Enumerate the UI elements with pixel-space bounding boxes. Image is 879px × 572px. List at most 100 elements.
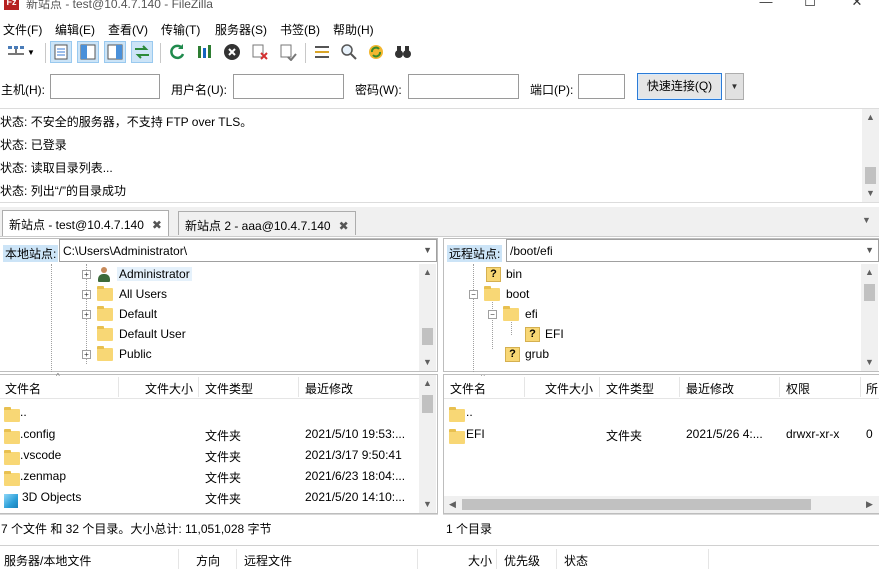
scroll-right-icon[interactable]: ▶ bbox=[861, 496, 878, 513]
close-window-icon[interactable]: ✕ bbox=[847, 0, 867, 10]
toggle-remote-tree-button[interactable] bbox=[104, 41, 126, 63]
col-filename[interactable]: 文件名 bbox=[5, 380, 41, 397]
col-modified[interactable]: 最近修改 bbox=[686, 380, 734, 397]
unknown-folder-icon: ? bbox=[486, 266, 501, 282]
col-owner[interactable]: 所 bbox=[866, 380, 878, 397]
local-tree-icon bbox=[80, 44, 96, 60]
col-filetype[interactable]: 文件类型 bbox=[606, 380, 654, 397]
scroll-up-icon[interactable]: ▲ bbox=[861, 264, 878, 281]
col-permissions[interactable]: 权限 bbox=[786, 380, 810, 397]
port-input[interactable] bbox=[578, 74, 625, 99]
username-label: 用户名(U): bbox=[171, 83, 227, 97]
local-tree-item[interactable]: Default User bbox=[97, 324, 186, 344]
remote-tree-scrollbar[interactable]: ▲ ▼ bbox=[861, 264, 878, 371]
local-tree-scrollbar[interactable]: ▲ ▼ bbox=[419, 264, 436, 371]
scroll-down-icon[interactable]: ▼ bbox=[862, 185, 879, 202]
maximize-icon[interactable]: ☐ bbox=[800, 0, 820, 10]
scroll-up-icon[interactable]: ▲ bbox=[419, 375, 436, 392]
site-manager-button[interactable]: ▼ bbox=[2, 41, 40, 63]
scroll-down-icon[interactable]: ▼ bbox=[419, 496, 436, 513]
scrollbar-thumb[interactable] bbox=[422, 328, 433, 345]
menu-server[interactable]: 服务器(S) bbox=[215, 21, 267, 38]
local-tree-item[interactable]: + Administrator bbox=[82, 264, 192, 284]
minimize-icon[interactable]: — bbox=[756, 0, 776, 9]
toggle-queue-button[interactable] bbox=[131, 41, 153, 63]
toggle-sync-browsing-button[interactable] bbox=[338, 41, 360, 63]
username-input[interactable] bbox=[233, 74, 344, 99]
local-path-combo[interactable]: C:\Users\Administrator\ ▼ bbox=[59, 239, 437, 262]
scroll-up-icon[interactable]: ▲ bbox=[419, 264, 436, 281]
queue-col-remote-file[interactable]: 远程文件 bbox=[244, 552, 292, 569]
col-filesize[interactable]: 文件大小 bbox=[145, 380, 193, 397]
local-tree-item[interactable]: + Default bbox=[82, 304, 157, 324]
queue-col-local-file[interactable]: 服务器/本地文件 bbox=[4, 552, 91, 569]
close-tab-icon[interactable]: ✖ bbox=[339, 219, 349, 233]
scrollbar-thumb[interactable] bbox=[422, 395, 433, 413]
menu-view[interactable]: 查看(V) bbox=[108, 21, 148, 38]
unknown-folder-icon: ? bbox=[525, 326, 540, 342]
menu-help[interactable]: 帮助(H) bbox=[333, 21, 374, 38]
queue-col-priority[interactable]: 优先级 bbox=[504, 552, 540, 569]
search-remote-files-button[interactable] bbox=[392, 41, 414, 63]
expand-icon[interactable]: + bbox=[82, 269, 91, 279]
table-row[interactable]: .zenmap 文件夹 2021/6/23 18:04:... bbox=[0, 465, 419, 486]
tab-site-2[interactable]: 新站点 2 - aaa@10.4.7.140 ✖ bbox=[178, 211, 356, 235]
toggle-local-tree-button[interactable] bbox=[77, 41, 99, 63]
table-row[interactable]: 3D Objects 文件夹 2021/5/20 14:10:... bbox=[0, 486, 419, 508]
menu-file[interactable]: 文件(F) bbox=[3, 21, 42, 38]
menu-transfer[interactable]: 传输(T) bbox=[161, 21, 200, 38]
log-scrollbar[interactable]: ▲ ▼ bbox=[862, 109, 879, 202]
local-tree-item[interactable]: + Public bbox=[82, 344, 152, 364]
scroll-up-icon[interactable]: ▲ bbox=[862, 109, 879, 126]
scrollbar-thumb[interactable] bbox=[865, 167, 876, 184]
remote-tree-item[interactable]: − boot bbox=[469, 284, 529, 304]
collapse-icon[interactable]: − bbox=[469, 289, 478, 299]
col-filename[interactable]: 文件名 bbox=[450, 380, 486, 397]
reconnect-button[interactable] bbox=[277, 41, 299, 63]
scroll-down-icon[interactable]: ▼ bbox=[861, 354, 878, 371]
local-list-scrollbar[interactable]: ▲ ▼ bbox=[419, 375, 436, 513]
col-filetype[interactable]: 文件类型 bbox=[205, 380, 253, 397]
scrollbar-thumb[interactable] bbox=[864, 284, 875, 301]
host-input[interactable] bbox=[50, 74, 160, 99]
expand-icon[interactable]: + bbox=[82, 289, 91, 299]
menu-bookmarks[interactable]: 书签(B) bbox=[280, 21, 320, 38]
close-tab-icon[interactable]: ✖ bbox=[152, 218, 162, 232]
directory-listing-filter-button[interactable] bbox=[311, 41, 333, 63]
queue-col-direction[interactable]: 方向 bbox=[196, 552, 220, 569]
queue-col-status[interactable]: 状态 bbox=[564, 552, 588, 569]
table-row[interactable]: .. bbox=[444, 401, 879, 422]
tab-scroll-icon[interactable]: ▼ bbox=[862, 215, 871, 225]
remote-tree-item[interactable]: − efi bbox=[488, 304, 538, 324]
process-queue-button[interactable] bbox=[194, 41, 216, 63]
quickconnect-history-dropdown[interactable]: ▼ bbox=[725, 73, 744, 100]
quickconnect-button[interactable]: 快速连接(Q) bbox=[637, 73, 722, 100]
menu-edit[interactable]: 编辑(E) bbox=[55, 21, 95, 38]
scroll-down-icon[interactable]: ▼ bbox=[419, 354, 436, 371]
cancel-operation-button[interactable] bbox=[221, 41, 243, 63]
tab-site-1[interactable]: 新站点 - test@10.4.7.140 ✖ bbox=[2, 210, 169, 236]
queue-col-size[interactable]: 大小 bbox=[468, 552, 492, 569]
table-row[interactable]: .vscode 文件夹 2021/3/17 9:50:41 bbox=[0, 444, 419, 465]
local-tree-item[interactable]: + All Users bbox=[82, 284, 167, 304]
table-row[interactable]: EFI 文件夹 2021/5/26 4:... drwxr-xr-x 0 bbox=[444, 423, 879, 444]
refresh-button[interactable] bbox=[166, 41, 188, 63]
remote-list-hscrollbar[interactable]: ◀ ▶ bbox=[444, 496, 879, 513]
sync-browsing-button[interactable] bbox=[365, 41, 387, 63]
toggle-log-button[interactable] bbox=[50, 41, 72, 63]
remote-path-combo[interactable]: /boot/efi ▼ bbox=[506, 239, 879, 262]
remote-tree-item[interactable]: ? bin bbox=[486, 264, 522, 284]
password-input[interactable] bbox=[408, 74, 519, 99]
disconnect-button[interactable] bbox=[249, 41, 271, 63]
scroll-left-icon[interactable]: ◀ bbox=[444, 496, 461, 513]
expand-icon[interactable]: + bbox=[82, 349, 91, 359]
scrollbar-thumb[interactable] bbox=[462, 499, 811, 510]
remote-tree-item[interactable]: ? grub bbox=[505, 344, 549, 364]
col-modified[interactable]: 最近修改 bbox=[305, 380, 353, 397]
expand-icon[interactable]: + bbox=[82, 309, 91, 319]
col-filesize[interactable]: 文件大小 bbox=[545, 380, 593, 397]
table-row[interactable]: .config 文件夹 2021/5/10 19:53:... bbox=[0, 423, 419, 444]
collapse-icon[interactable]: − bbox=[488, 309, 497, 319]
remote-tree-item[interactable]: ? EFI bbox=[525, 324, 564, 344]
table-row[interactable]: .. bbox=[0, 401, 419, 422]
